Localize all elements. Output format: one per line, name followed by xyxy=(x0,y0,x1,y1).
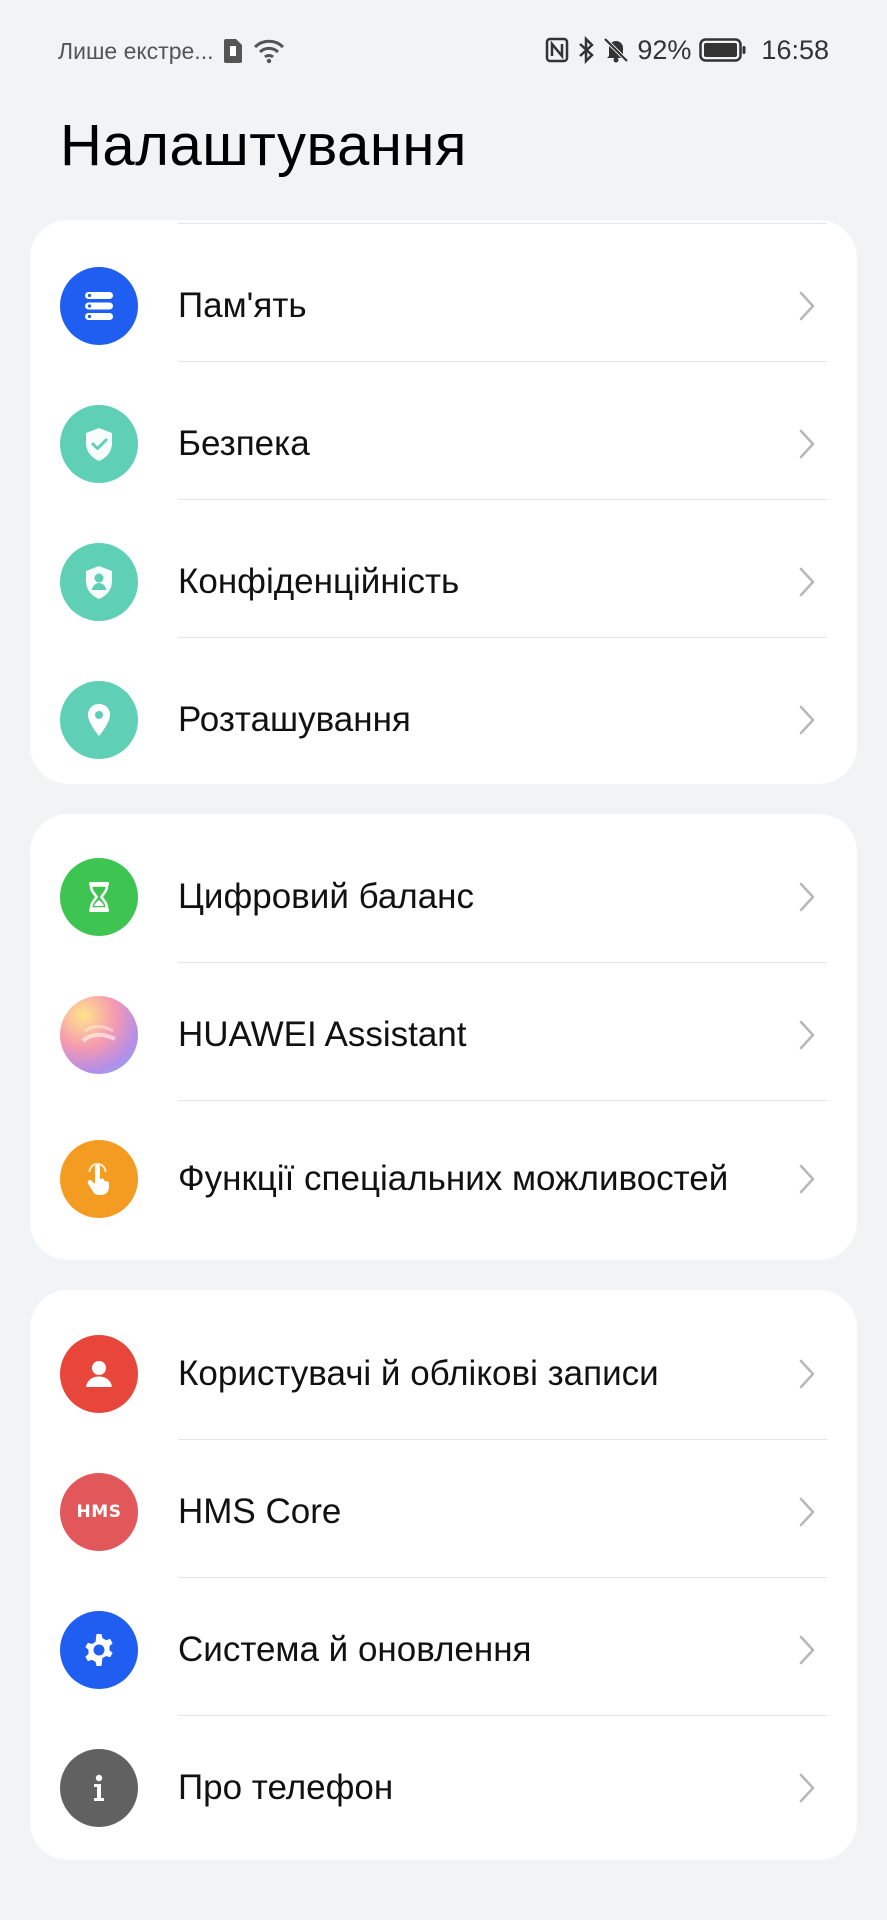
divider xyxy=(178,1715,827,1716)
divider xyxy=(178,1439,827,1440)
wifi-icon xyxy=(253,38,285,64)
chevron-right-icon xyxy=(795,286,819,326)
settings-item-huawei-assistant[interactable]: HUAWEI Assistant xyxy=(30,966,857,1103)
chevron-right-icon xyxy=(795,1768,819,1808)
page-title: Налаштування xyxy=(60,113,467,178)
location-pin-icon xyxy=(60,680,138,759)
settings-group-2: Цифровий баланс HUAWEI Assistant Функції… xyxy=(30,814,857,1260)
gear-icon xyxy=(60,1610,138,1689)
chevron-right-icon xyxy=(795,877,819,917)
assistant-gradient-icon xyxy=(60,995,138,1074)
settings-item-label: Система й оновлення xyxy=(178,1629,532,1669)
mute-bell-icon xyxy=(603,36,629,64)
privacy-shield-icon xyxy=(60,542,138,621)
settings-group-3: Користувачі й облікові записи HMS HMS Co… xyxy=(30,1290,857,1860)
carrier-text: Лише екстре... xyxy=(58,37,214,64)
status-time: 16:58 xyxy=(761,34,829,65)
settings-item-label: HUAWEI Assistant xyxy=(178,1014,467,1054)
settings-item-label: Функції спеціальних можливостей xyxy=(178,1159,729,1198)
settings-group-1: Пам'ять Безпека Конфіденційність Розташу… xyxy=(30,220,857,784)
settings-item-accessibility[interactable]: Функції спеціальних можливостей xyxy=(30,1104,857,1254)
divider xyxy=(178,1577,827,1578)
battery-icon xyxy=(699,38,747,62)
sim-icon xyxy=(223,38,243,64)
settings-item-digital-balance[interactable]: Цифровий баланс xyxy=(30,828,857,965)
settings-item-users-accounts[interactable]: Користувачі й облікові записи xyxy=(30,1305,857,1442)
storage-icon xyxy=(60,266,138,345)
hms-icon: HMS xyxy=(60,1472,138,1551)
divider xyxy=(178,1100,827,1101)
settings-item-label: HMS Core xyxy=(178,1491,342,1531)
settings-item-label: Користувачі й облікові записи xyxy=(178,1353,659,1393)
settings-item-label: Пам'ять xyxy=(178,285,307,325)
settings-item-system-updates[interactable]: Система й оновлення xyxy=(30,1581,857,1718)
divider xyxy=(178,361,827,362)
divider xyxy=(178,499,827,500)
accessibility-hand-icon xyxy=(60,1140,138,1218)
settings-item-label: Про телефон xyxy=(178,1767,394,1807)
settings-item-label: Конфіденційність xyxy=(178,561,460,601)
info-icon xyxy=(60,1748,138,1827)
settings-item-label: Розташування xyxy=(178,699,411,739)
chevron-right-icon xyxy=(795,1354,819,1394)
chevron-right-icon xyxy=(795,1015,819,1055)
settings-item-hms-core[interactable]: HMS HMS Core xyxy=(30,1443,857,1580)
status-right: 92% 16:58 xyxy=(545,33,829,67)
user-icon xyxy=(60,1334,138,1413)
battery-percent: 92% xyxy=(637,34,692,65)
nfc-icon xyxy=(545,37,569,63)
settings-item-label: Безпека xyxy=(178,423,310,463)
shield-check-icon xyxy=(60,404,138,483)
settings-item-location[interactable]: Розташування xyxy=(30,651,857,784)
divider xyxy=(178,962,827,963)
status-bar: Лише екстре... 92% 16:58 xyxy=(0,0,887,100)
chevron-right-icon xyxy=(795,1492,819,1532)
chevron-right-icon xyxy=(795,424,819,464)
settings-item-storage[interactable]: Пам'ять xyxy=(30,237,857,374)
status-left: Лише екстре... xyxy=(58,36,285,66)
settings-item-privacy[interactable]: Конфіденційність xyxy=(30,513,857,650)
chevron-right-icon xyxy=(795,700,819,740)
hms-icon-text: HMS xyxy=(76,1501,122,1522)
settings-item-security[interactable]: Безпека xyxy=(30,375,857,512)
chevron-right-icon xyxy=(795,1630,819,1670)
chevron-right-icon xyxy=(795,1159,819,1199)
chevron-right-icon xyxy=(795,562,819,602)
settings-item-label: Цифровий баланс xyxy=(178,876,475,916)
divider xyxy=(178,637,827,638)
settings-item-about-phone[interactable]: Про телефон xyxy=(30,1719,857,1856)
hourglass-icon xyxy=(60,857,138,936)
divider xyxy=(178,223,827,224)
bluetooth-icon xyxy=(577,36,595,64)
